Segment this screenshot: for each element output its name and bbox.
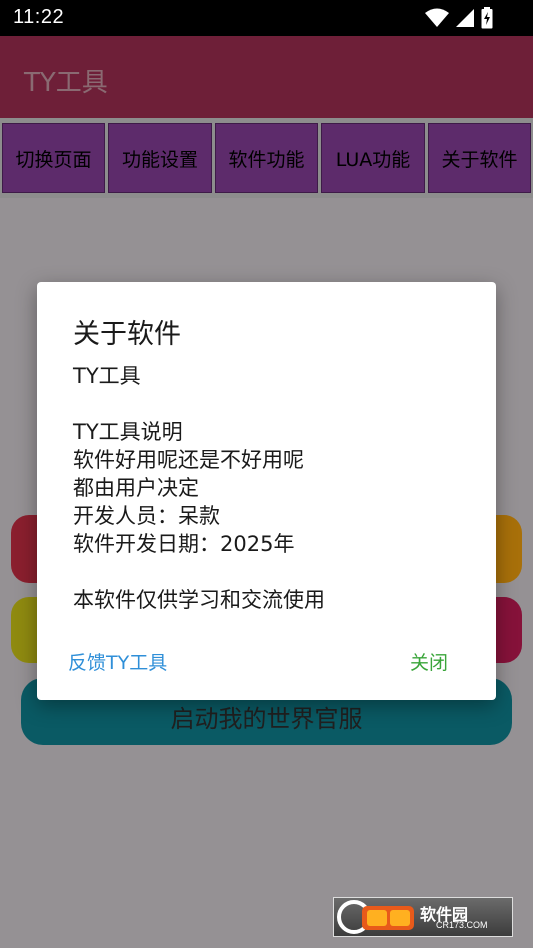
status-time: 11:22 xyxy=(13,6,65,28)
dialog-line: 软件好用呢还是不好用呢 xyxy=(73,448,304,472)
dialog-line xyxy=(73,558,473,586)
app-bar: TY工具 xyxy=(0,36,533,118)
dialog-line: TY工具说明 xyxy=(73,420,183,444)
launch-minecraft-label: 启动我的世界官服 xyxy=(170,705,363,733)
dialog-line: 都由用户决定 xyxy=(73,476,199,500)
tab-row: 切换页面 功能设置 软件功能 LUA功能 关于软件 xyxy=(0,118,533,198)
tab-software-functions[interactable]: 软件功能 xyxy=(215,123,318,193)
dialog-line xyxy=(73,390,473,418)
dialog-line: 开发人员：呆款 xyxy=(73,504,220,528)
watermark-subtext: CR173.COM xyxy=(436,920,488,930)
dialog-body: TY工具 TY工具说明 软件好用呢还是不好用呢 都由用户决定 开发人员：呆款 软… xyxy=(73,362,473,614)
tab-function-settings[interactable]: 功能设置 xyxy=(108,123,212,193)
tab-switch-page[interactable]: 切换页面 xyxy=(2,123,105,193)
close-button[interactable]: 关闭 xyxy=(410,648,448,675)
tab-lua-functions[interactable]: LUA功能 xyxy=(321,123,425,193)
dialog-title: 关于软件 xyxy=(73,319,181,350)
feedback-button[interactable]: 反馈TY工具 xyxy=(68,648,167,675)
signal-icon xyxy=(456,9,474,27)
watermark-emblem-icon xyxy=(337,900,414,934)
tab-about-software[interactable]: 关于软件 xyxy=(428,123,531,193)
dialog-line: 本软件仅供学习和交流使用 xyxy=(73,588,325,612)
dialog-line: TY工具 xyxy=(73,364,141,388)
watermark-logo: 软件园 CR173.COM xyxy=(333,897,513,937)
status-bar: 11:22 xyxy=(0,0,533,36)
wifi-icon xyxy=(425,8,449,27)
battery-icon xyxy=(481,7,493,29)
app-title: TY工具 xyxy=(24,68,108,98)
dialog-line: 软件开发日期：2025年 xyxy=(73,532,295,556)
status-icons xyxy=(425,7,493,29)
about-dialog: 关于软件 TY工具 TY工具说明 软件好用呢还是不好用呢 都由用户决定 开发人员… xyxy=(37,282,496,700)
